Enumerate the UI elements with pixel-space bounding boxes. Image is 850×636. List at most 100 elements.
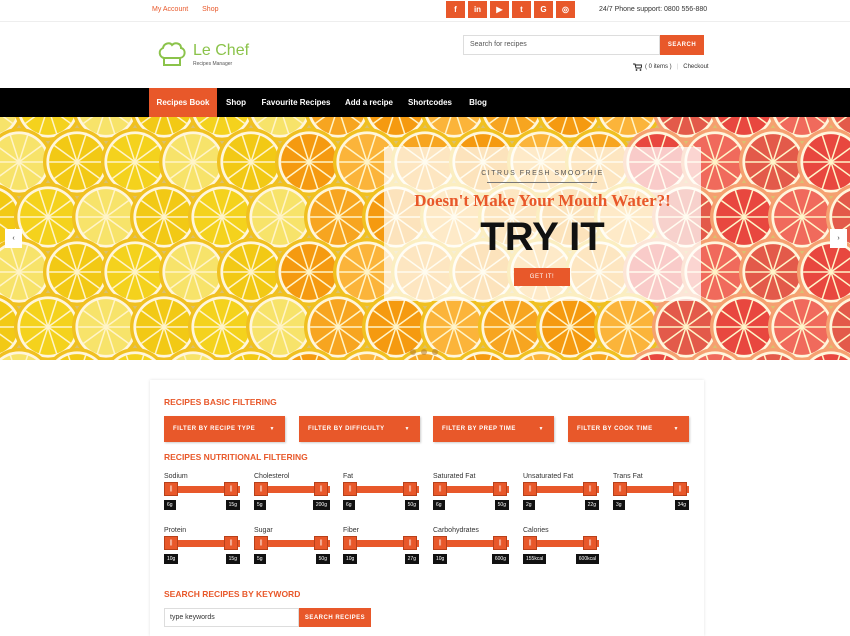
slider-label: Saturated Fat (433, 473, 476, 480)
slider-label: Unsaturated Fat (523, 473, 574, 480)
nav-item-recipes-book[interactable]: Recipes Book (149, 88, 217, 117)
chef-hat-icon[interactable] (156, 38, 188, 70)
checkout-link[interactable]: Checkout (683, 64, 708, 70)
slider-min-value: 3g (613, 500, 625, 510)
slider-max-value: 15g (225, 500, 240, 510)
slider-max-handle[interactable]: || (224, 536, 238, 550)
facebook-icon[interactable]: f (446, 1, 465, 18)
account-links: My Account Shop (152, 6, 231, 13)
slider-max-handle[interactable]: || (314, 536, 328, 550)
filter-button-label: FILTER BY DIFFICULTY (308, 426, 385, 432)
slider-min-handle[interactable]: || (343, 482, 357, 496)
nav-item-shortcodes[interactable]: Shortcodes (404, 88, 456, 117)
search-button[interactable]: SEARCH (660, 35, 704, 55)
cart-count[interactable]: ( 0 items ) (645, 64, 672, 70)
filter-recipe-type-button[interactable]: FILTER BY RECIPE TYPE ▼ (164, 416, 285, 442)
slider-dot[interactable] (432, 349, 438, 355)
slider-max-handle[interactable]: || (493, 482, 507, 496)
filter-button-label: FILTER BY PREP TIME (442, 426, 516, 432)
slider-max-value: 50g (404, 500, 419, 510)
nav-item-add-recipe[interactable]: Add a recipe (341, 88, 397, 117)
caret-down-icon: ▼ (538, 426, 544, 432)
shop-link[interactable]: Shop (202, 6, 218, 13)
nutritional-filtering-title: RECIPES NUTRITIONAL FILTERING (164, 452, 308, 462)
slider-min-handle[interactable]: || (343, 536, 357, 550)
slider-label: Protein (164, 527, 187, 534)
slider-label: Calories (523, 527, 549, 534)
slider-label: Sodium (164, 473, 188, 480)
basic-filtering-title: RECIPES BASIC FILTERING (164, 397, 277, 407)
slider-max-handle[interactable]: || (314, 482, 328, 496)
hero-headline: Doesn't Make Your Mouth Water?! (414, 191, 671, 210)
slider-min-value: 10g (343, 554, 358, 564)
slider-max-value: 22g (584, 500, 599, 510)
slider-max-handle[interactable]: || (673, 482, 687, 496)
slider-max-handle[interactable]: || (403, 536, 417, 550)
search-input[interactable]: Search for recipes (463, 35, 660, 55)
nav-item-blog[interactable]: Blog (464, 88, 492, 117)
cart-separator: | (676, 64, 679, 70)
slider-dots (410, 349, 438, 355)
slider-next-icon[interactable]: › (830, 229, 847, 248)
top-bar: My Account Shop f in ▶ t G ◎ 24/7 Phone … (0, 0, 850, 22)
slider-min-handle[interactable]: || (523, 482, 537, 496)
slider-label: Cholesterol (254, 473, 290, 480)
nav-item-favourite-recipes[interactable]: Favourite Recipes (259, 88, 333, 117)
slider-min-handle[interactable]: || (164, 536, 178, 550)
slider-label: Carbohydrates (433, 527, 479, 534)
slider-prev-icon[interactable]: ‹ (5, 229, 22, 248)
nav-item-shop[interactable]: Shop (221, 88, 251, 117)
slider-label: Sugar (254, 527, 273, 534)
filter-cook-time-button[interactable]: FILTER BY COOK TIME ▼ (568, 416, 689, 442)
youtube-icon[interactable]: ▶ (490, 1, 509, 18)
slider-max-value: 50g (494, 500, 509, 510)
slider-max-value: 200g (312, 500, 330, 510)
hero-divider (487, 182, 597, 183)
slider-min-value: 10g (164, 554, 179, 564)
slider-max-handle[interactable]: || (493, 536, 507, 550)
slider-min-value: 5g (254, 500, 266, 510)
filter-button-label: FILTER BY RECIPE TYPE (173, 426, 256, 432)
slider-max-value: 27g (404, 554, 419, 564)
search-recipes-button[interactable]: SEARCH RECIPES (299, 608, 371, 627)
social-links: f in ▶ t G ◎ (446, 1, 575, 18)
twitter-icon[interactable]: t (512, 1, 531, 18)
caret-down-icon: ▼ (404, 426, 410, 432)
slider-max-handle[interactable]: || (583, 536, 597, 550)
cart-icon[interactable] (633, 63, 642, 71)
slider-max-value: 600g (491, 554, 509, 564)
slider-max-handle[interactable]: || (224, 482, 238, 496)
main-nav: Recipes Book Shop Favourite Recipes Add … (0, 88, 850, 117)
slider-dot[interactable] (410, 349, 416, 355)
linkedin-icon[interactable]: in (468, 1, 487, 18)
my-account-link[interactable]: My Account (152, 6, 188, 13)
slider-min-handle[interactable]: || (254, 536, 268, 550)
filter-difficulty-button[interactable]: FILTER BY DIFFICULTY ▼ (299, 416, 420, 442)
filter-prep-time-button[interactable]: FILTER BY PREP TIME ▼ (433, 416, 554, 442)
dribbble-icon[interactable]: ◎ (556, 1, 575, 18)
slider-max-handle[interactable]: || (403, 482, 417, 496)
google-icon[interactable]: G (534, 1, 553, 18)
phone-support: 24/7 Phone support: 0800 556-880 (599, 6, 708, 13)
slider-min-value: 5g (254, 554, 266, 564)
hero-eyebrow: CITRUS FRESH SMOOTHIE (481, 170, 604, 177)
slider-max-value: 50g (315, 554, 330, 564)
hero-slider: CITRUS FRESH SMOOTHIE Doesn't Make Your … (0, 117, 850, 360)
slider-min-handle[interactable]: || (523, 536, 537, 550)
brand-name[interactable]: Le Chef (193, 42, 249, 60)
keyword-search-title: SEARCH RECIPES BY KEYWORD (164, 589, 301, 599)
slider-min-handle[interactable]: || (433, 482, 447, 496)
slider-label: Fat (343, 473, 354, 480)
slider-min-handle[interactable]: || (433, 536, 447, 550)
slider-label: Trans Fat (613, 473, 643, 480)
slider-min-handle[interactable]: || (164, 482, 178, 496)
slider-min-handle[interactable]: || (254, 482, 268, 496)
get-it-button[interactable]: GET IT! (514, 268, 570, 286)
slider-max-handle[interactable]: || (583, 482, 597, 496)
slider-dot[interactable] (421, 349, 427, 355)
slider-min-value: 6g (343, 500, 355, 510)
slider-min-value: 155kcal (523, 554, 547, 564)
slider-min-handle[interactable]: || (613, 482, 627, 496)
slider-max-value: 34g (674, 500, 689, 510)
keyword-input[interactable]: type keywords (164, 608, 299, 627)
